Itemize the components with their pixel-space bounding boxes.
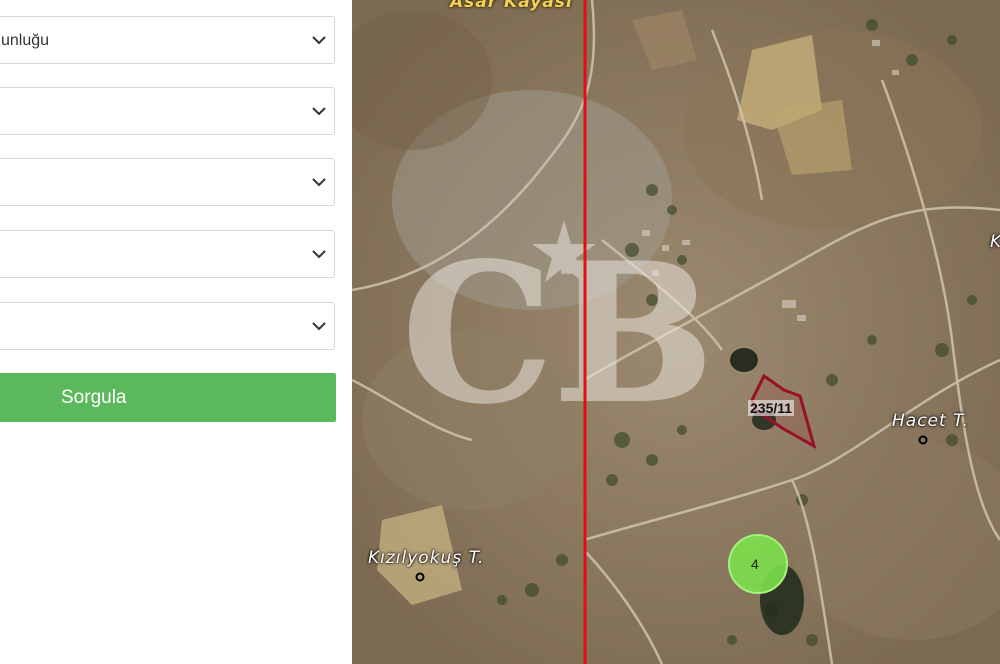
block-select[interactable] <box>0 230 335 278</box>
place-label-kizilyokus: Kızılyokuş T. <box>368 548 485 568</box>
district-select[interactable] <box>0 87 335 135</box>
place-label-hacet: Hacet T. <box>892 411 969 431</box>
query-button[interactable]: Sorgula <box>0 373 336 422</box>
parcel-select[interactable] <box>0 302 335 350</box>
parcel-label: 235/11 <box>748 400 795 416</box>
chevron-down-icon <box>312 178 326 187</box>
query-panel: unluğu Sorgula <box>0 0 352 664</box>
chevron-down-icon <box>312 107 326 116</box>
satellite-map[interactable]: CB Asar Kayası K Hacet T. Kızılyokuş T. … <box>352 0 1000 664</box>
neighborhood-select[interactable] <box>0 158 335 206</box>
chevron-down-icon <box>312 36 326 45</box>
province-select[interactable]: unluğu <box>0 16 335 64</box>
place-label-partial: K <box>990 232 1000 252</box>
watermark-logo: CB <box>401 220 715 446</box>
chevron-down-icon <box>312 322 326 331</box>
select-value: unluğu <box>1 32 50 49</box>
place-label-asar-kayasi: Asar Kayası <box>450 0 573 12</box>
cluster-count: 4 <box>751 556 759 572</box>
chevron-down-icon <box>312 250 326 259</box>
query-button-label: Sorgula <box>61 387 127 408</box>
